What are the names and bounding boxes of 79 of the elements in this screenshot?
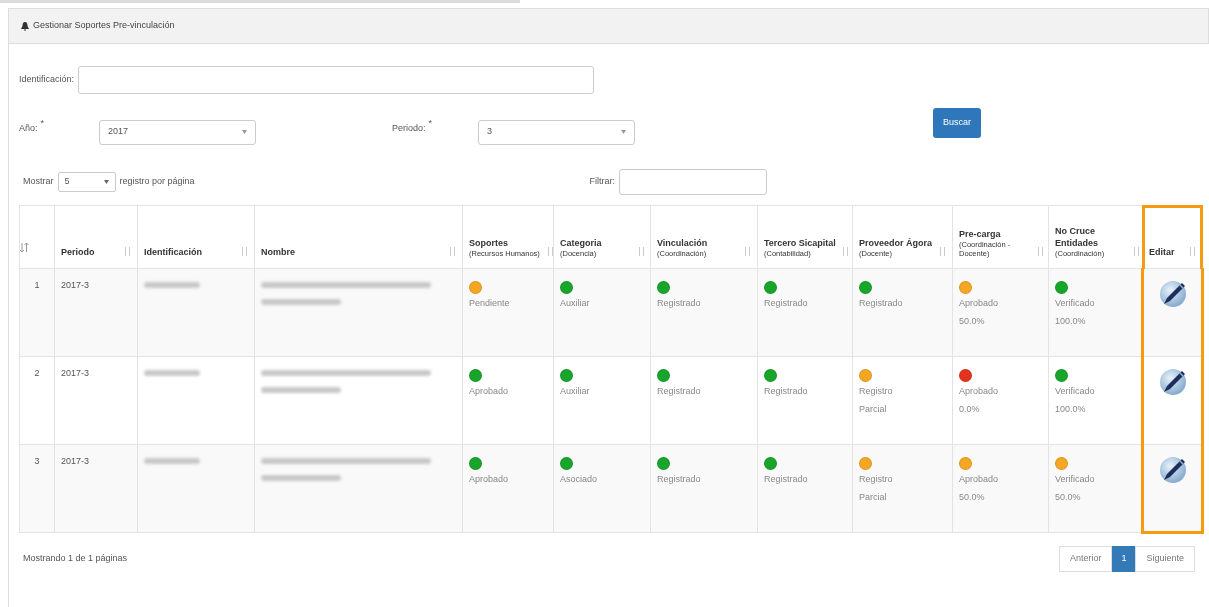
- status-label: Asociado: [560, 473, 599, 486]
- filter-label: Filtrar:: [589, 175, 616, 189]
- status-label: Aprobado 0.0%: [959, 385, 1000, 416]
- pagination-button[interactable]: Anterior: [1058, 546, 1113, 572]
- pagination-button[interactable]: 1: [1112, 546, 1136, 572]
- period-cell: 2017-3: [61, 368, 90, 378]
- status-label: Verificado 100.0%: [1055, 297, 1096, 328]
- column-header[interactable]: Proveedor Ágora: [859, 237, 933, 249]
- identificacion-field[interactable]: [78, 66, 595, 94]
- required-mark: *: [428, 118, 433, 128]
- column-header[interactable]: Soportes: [469, 237, 543, 249]
- edit-pencil-icon[interactable]: [1157, 279, 1188, 309]
- column-header[interactable]: Nombre: [261, 246, 295, 258]
- sort-icon[interactable]: [1037, 247, 1044, 256]
- sort-icon[interactable]: [744, 247, 751, 256]
- row-number: 1: [34, 280, 40, 290]
- sort-icon[interactable]: [638, 247, 645, 256]
- bell-icon: [21, 21, 29, 31]
- status-label: Aprobado 50.0%: [959, 297, 1000, 328]
- caret-icon: [242, 130, 247, 134]
- status-label: Verificado 50.0%: [1055, 473, 1096, 504]
- sort-icon[interactable]: [20, 243, 29, 252]
- blurred-text: [144, 282, 200, 288]
- sort-icon[interactable]: [449, 247, 456, 256]
- period-cell: 2017-3: [61, 456, 90, 466]
- table-info: Mostrando 1 de 1 páginas: [23, 552, 128, 566]
- blurred-text: [144, 458, 200, 464]
- blurred-text: [144, 370, 200, 376]
- field-label: Periodo:: [392, 122, 426, 135]
- year-select[interactable]: 2017: [99, 119, 256, 145]
- status-label: Auxiliar: [560, 297, 591, 310]
- pagination-button[interactable]: Siguiente: [1135, 546, 1195, 572]
- status-label: Aprobado: [469, 473, 510, 486]
- status-label: Registrado: [764, 297, 809, 310]
- sort-icon[interactable]: [842, 247, 849, 256]
- column-header[interactable]: Categoria: [560, 237, 634, 249]
- sort-icon[interactable]: [241, 247, 248, 256]
- per-page-label: registro por página: [119, 175, 195, 189]
- caret-icon: [621, 130, 626, 134]
- status-label: Registrado: [764, 385, 809, 398]
- column-header[interactable]: Tercero Sicapital: [764, 237, 838, 249]
- status-label: Aprobado: [469, 385, 510, 398]
- row-number: 2: [34, 368, 40, 378]
- sort-icon[interactable]: [547, 247, 554, 256]
- column-header[interactable]: Vinculación: [657, 237, 731, 249]
- column-header[interactable]: Periodo: [61, 246, 95, 258]
- field-label: Año:: [19, 122, 38, 135]
- status-label: Auxiliar: [560, 385, 591, 398]
- field-label: Identificación:: [19, 73, 75, 87]
- sort-icon[interactable]: [939, 247, 946, 256]
- edit-pencil-icon[interactable]: [1157, 455, 1188, 485]
- filter-field[interactable]: [619, 169, 768, 195]
- caret-icon: [103, 180, 109, 184]
- column-header[interactable]: No Cruce Entidades: [1055, 225, 1129, 249]
- status-label: Verificado 100.0%: [1055, 385, 1096, 416]
- row-number: 3: [34, 456, 40, 466]
- status-label: Pendiente: [469, 297, 511, 310]
- status-label: Aprobado 50.0%: [959, 473, 1000, 504]
- status-label: Registrado: [657, 385, 702, 398]
- column-header[interactable]: Identificación: [144, 246, 202, 258]
- status-label: Registrado: [859, 297, 904, 310]
- show-label: Mostrar: [23, 175, 54, 189]
- sort-icon[interactable]: [1133, 247, 1140, 256]
- status-label: Registrado: [657, 297, 702, 310]
- status-label: Registrado: [764, 473, 809, 486]
- sort-icon[interactable]: [124, 247, 131, 256]
- edit-pencil-icon[interactable]: [1157, 367, 1188, 397]
- column-header[interactable]: Editar: [1149, 246, 1175, 258]
- period-cell: 2017-3: [61, 280, 90, 290]
- sort-icon[interactable]: [1189, 247, 1196, 256]
- panel-title: Gestionar Soportes Pre-vinculación: [33, 19, 175, 33]
- status-label: Registro Parcial: [859, 473, 894, 504]
- status-label: Registro Parcial: [859, 385, 894, 416]
- page-size-select[interactable]: 5: [57, 172, 116, 192]
- status-label: Registrado: [657, 473, 702, 486]
- required-mark: *: [40, 118, 45, 128]
- search-button[interactable]: Buscar: [933, 108, 981, 138]
- period-select[interactable]: 3: [478, 119, 635, 145]
- column-header[interactable]: Pre-carga: [959, 228, 1033, 240]
